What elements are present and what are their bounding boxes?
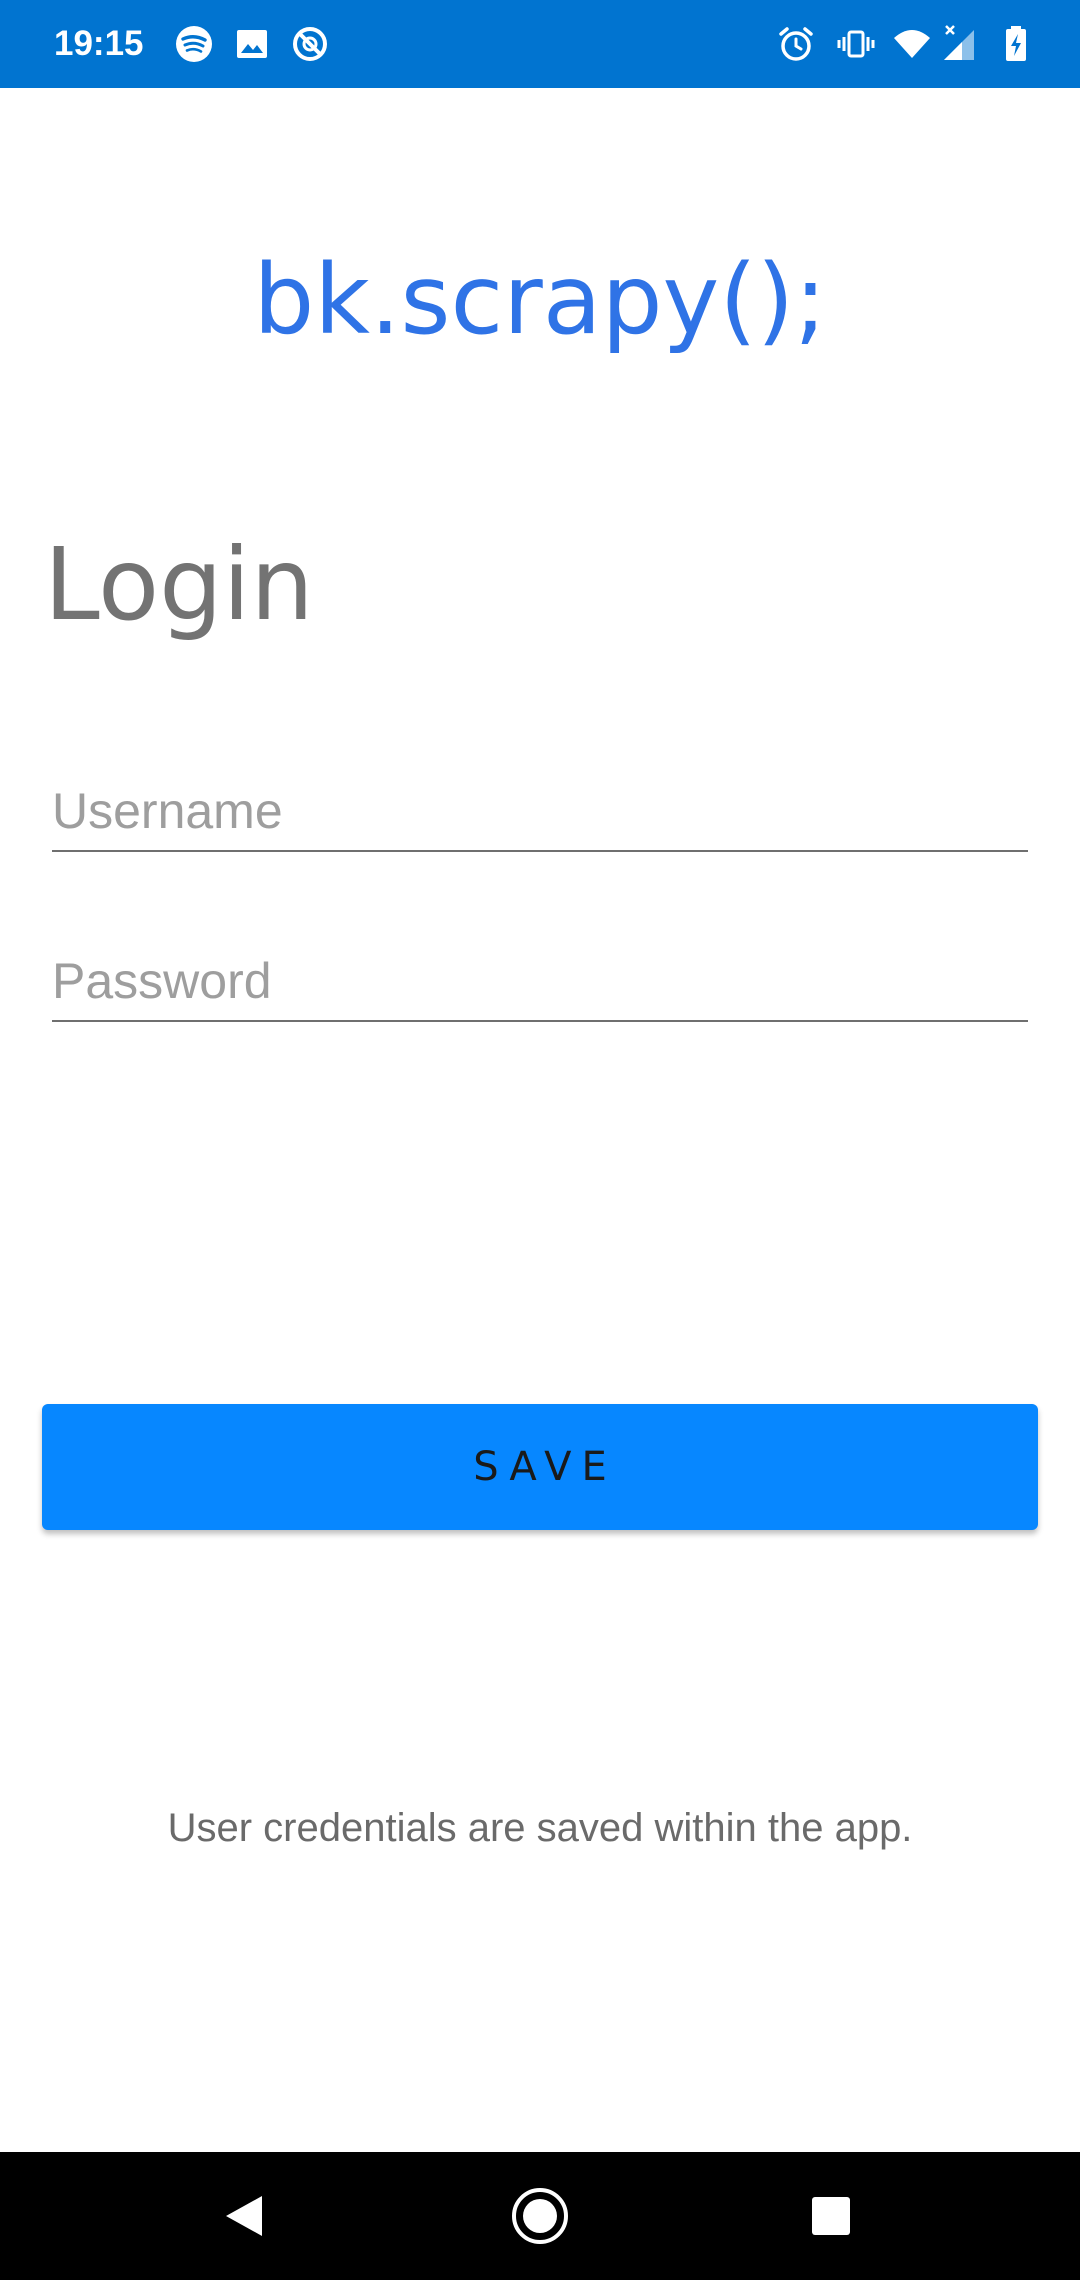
password-field[interactable] [52, 942, 1028, 1022]
sync-off-icon [290, 24, 330, 64]
spotify-icon [174, 24, 214, 64]
app-brand-title: bk.scrapy(); [253, 244, 827, 356]
status-bar: 19:15 [0, 0, 1080, 88]
credentials-info-text: User credentials are saved within the ap… [167, 1806, 913, 1850]
navigation-bar [0, 2152, 1080, 2280]
status-time: 19:15 [54, 24, 144, 63]
alarm-icon [776, 24, 816, 64]
battery-charging-icon [996, 24, 1036, 64]
image-icon [232, 24, 272, 64]
recents-icon[interactable] [791, 2176, 871, 2256]
save-button[interactable]: SAVE [42, 1404, 1038, 1530]
wifi-icon [892, 24, 932, 64]
back-icon[interactable] [204, 2176, 284, 2256]
home-icon[interactable] [500, 2176, 580, 2256]
username-field[interactable] [52, 772, 1028, 852]
page-title: Login [44, 526, 314, 643]
signal-icon [940, 24, 980, 64]
vibrate-icon [836, 24, 876, 64]
